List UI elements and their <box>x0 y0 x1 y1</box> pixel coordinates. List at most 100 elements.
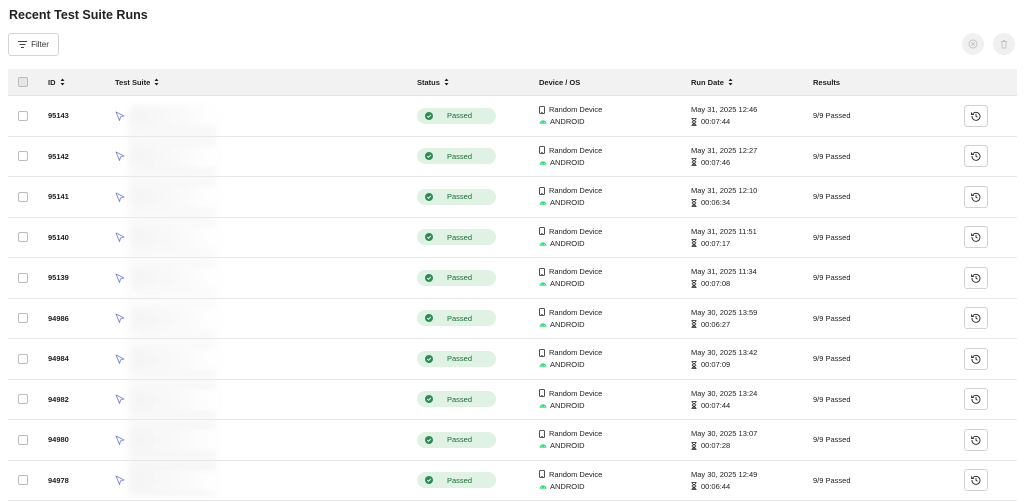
test-suite-name-redacted[interactable] <box>133 146 219 167</box>
run-date: May 30, 2025 13:42 <box>691 348 758 358</box>
device-name: Random Device <box>549 105 603 115</box>
table-row[interactable]: 94978 Passed Random Device ANDROID May 3… <box>8 461 1017 501</box>
status-badge: Passed <box>417 350 496 367</box>
run-duration: 00:07:44 <box>701 400 731 410</box>
run-results: 9/9 Passed <box>813 232 851 242</box>
run-date: May 30, 2025 13:24 <box>691 388 758 398</box>
phone-icon <box>539 308 545 317</box>
cancel-icon <box>968 39 978 49</box>
test-suite-name-redacted[interactable] <box>133 389 219 410</box>
rerun-button[interactable] <box>964 428 988 451</box>
history-icon <box>971 111 981 121</box>
column-header-results: Results <box>813 77 841 87</box>
phone-icon <box>539 348 545 357</box>
table-row[interactable]: 94980 Passed Random Device ANDROID May 3… <box>8 420 1017 461</box>
check-circle-icon <box>425 273 433 282</box>
check-circle-icon <box>425 476 433 485</box>
test-suite-icon <box>115 435 125 445</box>
table-row[interactable]: 95142 Passed Random Device ANDROID May 3… <box>8 137 1017 177</box>
status-text: Passed <box>447 435 473 445</box>
hourglass-icon <box>691 158 697 167</box>
device-name: Random Device <box>549 348 603 358</box>
test-suite-icon <box>115 354 125 364</box>
check-circle-icon <box>425 435 433 444</box>
row-checkbox[interactable] <box>18 434 28 445</box>
android-icon <box>539 201 547 206</box>
rerun-button[interactable] <box>964 104 988 127</box>
sort-icon <box>728 78 733 86</box>
test-suite-name-redacted[interactable] <box>133 187 219 207</box>
table-row[interactable]: 94984 Passed Random Device ANDROID May 3… <box>8 339 1017 380</box>
status-badge: Passed <box>417 391 496 408</box>
test-suite-name-redacted[interactable] <box>133 268 219 288</box>
os-name: ANDROID <box>550 441 585 451</box>
cancel-run-button[interactable] <box>962 33 984 55</box>
run-id: 95142 <box>48 151 69 161</box>
run-date: May 31, 2025 12:46 <box>691 105 758 115</box>
test-suite-name-redacted[interactable] <box>133 227 219 248</box>
device-name: Random Device <box>549 267 603 277</box>
column-header-test-suite[interactable]: Test Suite <box>115 78 159 87</box>
status-text: Passed <box>447 232 473 242</box>
row-checkbox[interactable] <box>18 313 28 324</box>
test-suite-name-redacted[interactable] <box>133 430 219 450</box>
test-suite-icon <box>115 273 125 283</box>
row-checkbox[interactable] <box>18 191 28 202</box>
history-icon <box>971 314 981 324</box>
row-checkbox[interactable] <box>18 232 28 243</box>
history-icon <box>971 233 981 243</box>
table-row[interactable]: 95143 Passed Random Device ANDROID May 3… <box>8 96 1017 137</box>
column-header-id[interactable]: ID <box>48 78 65 87</box>
row-checkbox[interactable] <box>18 272 28 283</box>
android-icon <box>539 161 547 165</box>
table-row[interactable]: 95141 Passed Random Device ANDROID May 3… <box>8 177 1017 218</box>
run-duration: 00:07:09 <box>701 360 731 370</box>
test-suite-name-redacted[interactable] <box>133 106 219 126</box>
rerun-button[interactable] <box>964 226 988 249</box>
android-icon <box>539 363 547 368</box>
delete-button[interactable] <box>993 33 1015 55</box>
row-checkbox[interactable] <box>18 151 28 162</box>
hourglass-icon <box>691 117 697 126</box>
status-badge: Passed <box>417 188 496 205</box>
row-checkbox[interactable] <box>18 353 28 364</box>
history-icon <box>971 395 981 405</box>
rerun-button[interactable] <box>964 145 988 168</box>
table-row[interactable]: 95140 Passed Random Device ANDROID May 3… <box>8 218 1017 258</box>
run-results: 9/9 Passed <box>813 151 851 161</box>
rerun-button[interactable] <box>964 347 988 370</box>
table-row[interactable]: 95139 Passed Random Device ANDROID May 3… <box>8 258 1017 299</box>
phone-icon <box>539 146 545 155</box>
rerun-button[interactable] <box>964 469 988 492</box>
run-date: May 31, 2025 11:51 <box>691 226 757 236</box>
hourglass-icon <box>691 279 697 288</box>
rerun-button[interactable] <box>964 307 988 330</box>
test-suite-name-redacted[interactable] <box>133 308 219 329</box>
os-name: ANDROID <box>550 157 585 167</box>
column-header-run-date[interactable]: Run Date <box>691 78 733 87</box>
status-text: Passed <box>447 354 473 364</box>
run-results: 9/9 Passed <box>813 475 851 485</box>
table-row[interactable]: 94986 Passed Random Device ANDROID May 3… <box>8 299 1017 339</box>
row-checkbox[interactable] <box>18 110 28 121</box>
select-all-checkbox[interactable] <box>18 77 28 87</box>
rerun-button[interactable] <box>964 388 988 411</box>
row-checkbox[interactable] <box>18 475 28 486</box>
phone-icon <box>539 227 545 236</box>
row-checkbox[interactable] <box>18 394 28 405</box>
os-name: ANDROID <box>550 117 585 127</box>
run-date: May 31, 2025 12:27 <box>691 145 758 155</box>
status-badge: Passed <box>417 269 496 286</box>
column-header-status[interactable]: Status <box>417 78 449 87</box>
rerun-button[interactable] <box>964 185 988 208</box>
run-id: 94978 <box>48 475 69 485</box>
run-duration: 00:07:44 <box>701 117 731 127</box>
os-name: ANDROID <box>550 238 585 248</box>
rerun-button[interactable] <box>964 266 988 289</box>
test-suite-name-redacted[interactable] <box>133 470 219 491</box>
filter-button[interactable]: Filter <box>8 33 59 56</box>
test-suite-name-redacted[interactable] <box>133 349 219 369</box>
table-row[interactable]: 94982 Passed Random Device ANDROID May 3… <box>8 380 1017 420</box>
phone-icon <box>539 429 545 438</box>
test-suite-icon <box>115 111 125 121</box>
